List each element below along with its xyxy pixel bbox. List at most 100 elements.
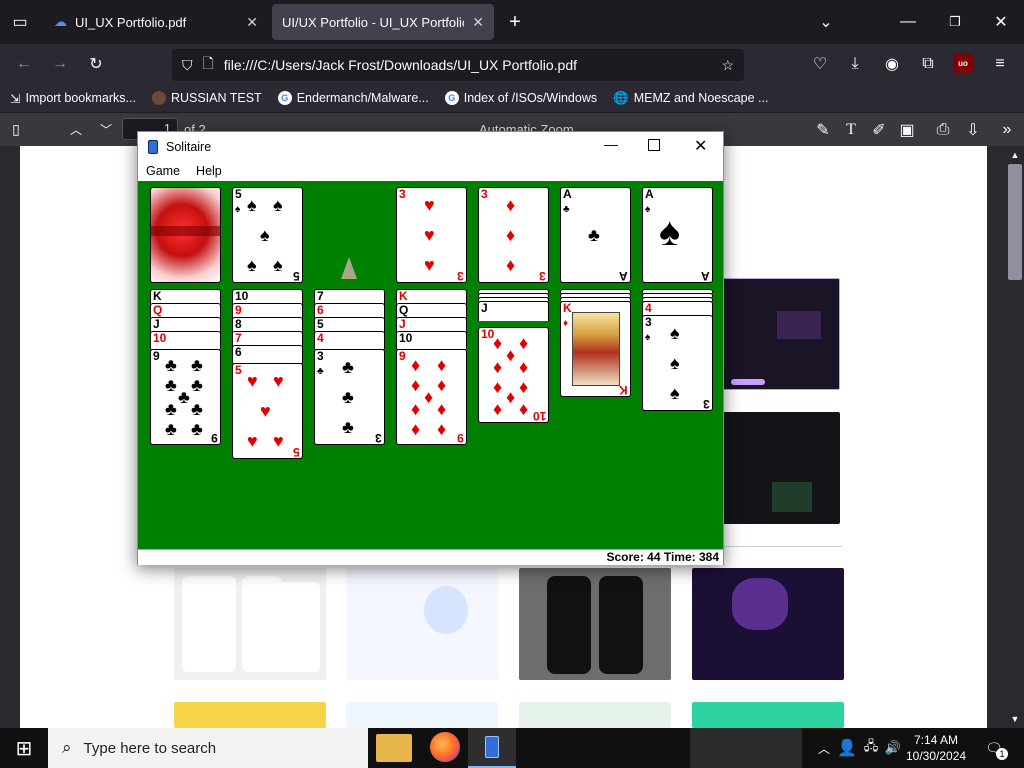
bookmark-star-icon[interactable]: ☆ (721, 57, 734, 74)
highlight-icon[interactable]: ✎ (812, 119, 834, 141)
google-icon: G (444, 91, 459, 105)
card-rank: 10 (153, 331, 167, 345)
tools-icon[interactable]: » (996, 119, 1018, 141)
card-rank: 3 (539, 269, 546, 283)
google-icon: G (277, 91, 292, 105)
tableau-card[interactable]: K ♦ K (560, 301, 631, 397)
pocket-icon[interactable]: ♡ (808, 52, 832, 76)
card-pip: ♦ (411, 355, 421, 375)
card-pip: ♦ (411, 375, 421, 395)
card-rank: 4 (645, 301, 652, 315)
url-bar[interactable]: ⛉ 🗋 file:///C:/Users/Jack Frost/Download… (172, 49, 744, 81)
close-window-button[interactable]: ✕ (694, 136, 707, 156)
scroll-up-icon[interactable]: ▲ (1008, 148, 1022, 162)
reload-icon[interactable]: ↻ (84, 52, 108, 76)
close-window-button[interactable]: ✕ (989, 10, 1013, 34)
maximize-button[interactable] (648, 139, 660, 151)
tableau-card[interactable]: J (478, 301, 549, 321)
print-icon[interactable]: ⎙ (932, 119, 954, 141)
bookmark-item[interactable]: 🌐 MEMZ and Noescape ... (613, 91, 768, 106)
network-icon[interactable]: 🖧 (862, 738, 880, 758)
shield-icon[interactable]: ⛉ (182, 57, 193, 74)
tableau-card[interactable]: 10 (396, 331, 467, 349)
card-pip: ♦ (493, 357, 503, 377)
tableau-card[interactable]: 4 (314, 331, 385, 349)
tableau-card[interactable]: 3 ♠ ♠ ♠ ♠ 3 (642, 315, 713, 411)
solitaire-window[interactable]: Solitaire — ✕ Game Help 5 ♠ ♠ ♠ ♠ ♠ ♠ 5 … (137, 131, 724, 565)
tableau-card[interactable]: 9 ♦ ♦ ♦ ♦ ♦ ♦ ♦ ♦ ♦ 9 (396, 349, 467, 445)
minimize-button[interactable]: — (896, 10, 920, 34)
close-tab-icon[interactable]: ✕ (246, 14, 258, 31)
file-explorer-icon[interactable] (376, 734, 412, 762)
portfolio-thumbnail (519, 702, 671, 728)
bookmark-item[interactable]: G Index of /ISOs/Windows (444, 91, 597, 105)
clock[interactable]: 7:14 AM 10/30/2024 (906, 732, 966, 764)
tableau-card[interactable]: 9 ♣ ♣ ♣ ♣ ♣ ♣ ♣ ♣ ♣ 9 (150, 349, 221, 445)
draw-icon[interactable]: ✐ (868, 119, 890, 141)
tableau-card[interactable]: 6 (232, 345, 303, 363)
tableau-card[interactable]: 10 (150, 331, 221, 349)
bookmark-item[interactable]: ⇲ Import bookmarks... (10, 91, 136, 106)
bookmark-item[interactable]: RUSSIAN TEST (151, 91, 262, 105)
tab-active[interactable]: UI/UX Portfolio - UI_UX Portfolio.pdf ✕ (272, 4, 494, 40)
thumbnail-button (731, 379, 765, 385)
close-tab-icon[interactable]: ✕ (472, 14, 484, 31)
portfolio-thumbnail (722, 278, 840, 390)
new-tab-button[interactable]: + (503, 10, 527, 34)
firefox-icon[interactable] (430, 732, 460, 762)
thumbnail-phone (547, 576, 591, 674)
portfolio-thumbnail (174, 702, 326, 728)
foundation-pile[interactable]: A ♣ ♣ A (560, 187, 631, 283)
menu-help[interactable]: Help (196, 164, 222, 178)
sidebar-toggle-icon[interactable]: ▯ (6, 119, 26, 139)
save-icon[interactable]: ⇩ (962, 119, 984, 141)
solitaire-title-bar[interactable]: Solitaire — ✕ (138, 132, 723, 161)
tableau-card[interactable]: 10 ♦ ♦ ♦ ♦ ♦ ♦ ♦ ♦ ♦ ♦ 10 (478, 327, 549, 423)
card-suit: ♠ (645, 204, 651, 215)
avatar-icon (151, 91, 166, 105)
list-all-tabs-icon[interactable]: ⌄ (814, 10, 838, 34)
thumbnail-phone (274, 582, 320, 672)
back-icon[interactable]: ← (12, 52, 36, 76)
scrollbar-thumb[interactable] (1008, 164, 1022, 280)
foundation-pile[interactable]: A ♠ ♠ A (642, 187, 713, 283)
waste-pile[interactable]: 5 ♠ ♠ ♠ ♠ ♠ ♠ 5 (232, 187, 303, 283)
card-rank: 3 (317, 349, 324, 363)
bookmark-item[interactable]: G Endermanch/Malware... (277, 91, 429, 105)
menu-game[interactable]: Game (146, 164, 180, 178)
search-input[interactable]: Type here to search (84, 740, 217, 757)
card-rank: K (399, 289, 408, 303)
ublock-icon[interactable]: uo (953, 53, 973, 73)
menu-icon[interactable]: ≡ (988, 52, 1012, 76)
foundation-pile[interactable]: 3 ♦ ♦ ♦ 3 (478, 187, 549, 283)
tab-list-icon[interactable]: ▭ (8, 10, 32, 34)
scroll-down-icon[interactable]: ▼ (1008, 712, 1022, 726)
taskbar-search[interactable]: ⌕ Type here to search (48, 728, 368, 768)
restore-button[interactable]: ❐ (943, 10, 967, 34)
bookmarks-toolbar: ⇲ Import bookmarks... RUSSIAN TEST G Ender… (0, 84, 1024, 112)
image-icon[interactable]: ▣ (896, 119, 918, 141)
tableau-card[interactable]: 3 ♣ ♣ ♣ ♣ 3 (314, 349, 385, 445)
stock-pile[interactable] (150, 187, 221, 283)
text-icon[interactable]: T (840, 119, 862, 141)
next-page-icon[interactable]: ﹀ (96, 119, 116, 139)
card-pip: ♥ (424, 195, 435, 215)
url-text[interactable]: file:///C:/Users/Jack Frost/Downloads/UI… (224, 57, 712, 73)
previous-page-icon[interactable]: ︿ (66, 119, 86, 139)
minimize-button[interactable]: — (604, 136, 618, 152)
tableau-card[interactable]: 5 ♥ ♥ ♥ ♥ ♥ 5 (232, 363, 303, 459)
account-icon[interactable]: ◉ (880, 52, 904, 76)
user-icon[interactable]: 👤 (837, 738, 857, 758)
downloads-icon[interactable]: ⤓ (843, 52, 867, 76)
forward-icon[interactable]: → (48, 52, 72, 76)
show-hidden-icons[interactable]: ︿ (816, 738, 832, 758)
card-pip: ♦ (424, 387, 434, 407)
extensions-icon[interactable]: ⧉ (916, 52, 940, 76)
windows-start-icon[interactable]: ⊞ (12, 737, 36, 760)
portfolio-thumbnail (346, 568, 498, 680)
foundation-pile[interactable]: 3 ♥ ♥ ♥ 3 (396, 187, 467, 283)
tab-inactive[interactable]: ☁ UI_UX Portfolio.pdf ✕ (44, 4, 268, 40)
volume-icon[interactable]: 🔊 (884, 738, 902, 758)
solitaire-taskbar-button[interactable] (468, 728, 516, 768)
solitaire-app-icon (485, 736, 499, 758)
